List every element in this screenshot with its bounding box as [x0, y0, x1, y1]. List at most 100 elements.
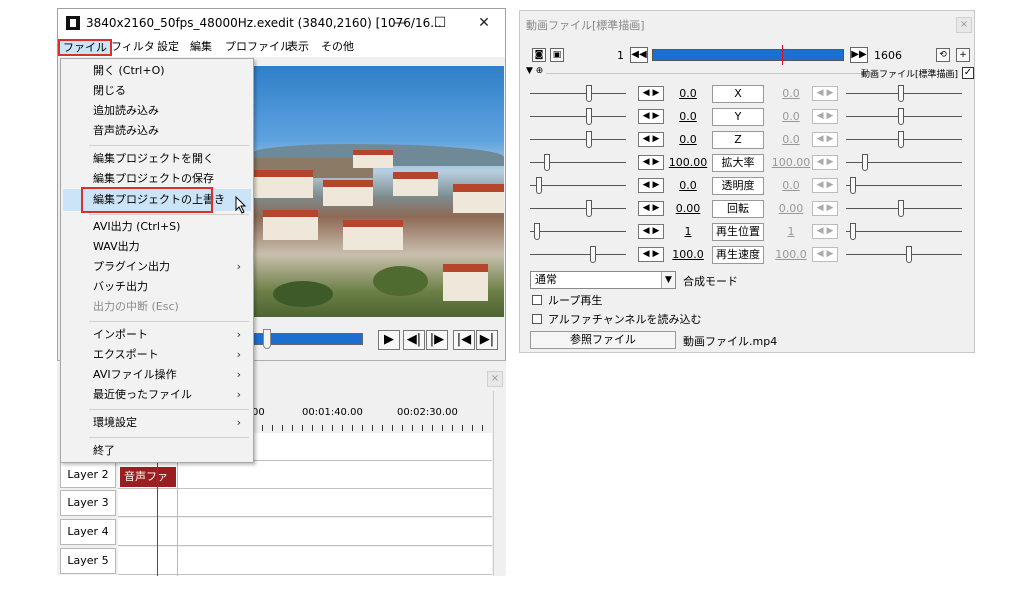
camera-icon[interactable]: ▣: [550, 48, 564, 62]
menu-file[interactable]: ファイル: [58, 39, 112, 56]
frame-next-button[interactable]: ▶▶: [850, 47, 868, 63]
menu-filter[interactable]: フィルタ: [108, 39, 158, 56]
left-arrows-button[interactable]: ◀ ▶: [638, 224, 664, 239]
left-slider-track[interactable]: [530, 116, 626, 117]
menu-close[interactable]: 閉じる: [63, 81, 251, 101]
param-start-value[interactable]: 0.0: [667, 133, 709, 146]
menu-preferences[interactable]: 環境設定 ›: [63, 413, 251, 433]
left-slider-thumb[interactable]: [536, 177, 542, 194]
left-arrows-button[interactable]: ◀ ▶: [638, 178, 664, 193]
left-slider-thumb[interactable]: [586, 131, 592, 148]
menu-avi-output[interactable]: AVI出力 (Ctrl+S): [63, 217, 251, 237]
menu-audio-load[interactable]: 音声読み込み: [63, 121, 251, 141]
left-slider-track[interactable]: [530, 208, 626, 209]
left-slider-thumb[interactable]: [590, 246, 596, 263]
left-slider-thumb[interactable]: [586, 108, 592, 125]
loop-checkbox-row[interactable]: ループ再生: [532, 294, 602, 310]
menu-view[interactable]: 表示: [284, 39, 312, 56]
next-frame-button[interactable]: |▶: [426, 330, 448, 350]
frame-prev-button[interactable]: ◀◀: [630, 47, 648, 63]
param-start-value[interactable]: 0.0: [667, 179, 709, 192]
seek-thumb[interactable]: [263, 329, 271, 349]
layer-track[interactable]: [118, 547, 492, 575]
param-start-value[interactable]: 0.0: [667, 87, 709, 100]
param-start-value[interactable]: 0.00: [667, 202, 709, 215]
param-name-button[interactable]: 拡大率: [712, 154, 764, 172]
chevron-down-icon[interactable]: ▼: [661, 272, 675, 288]
reset-icon[interactable]: ⟲: [936, 48, 950, 62]
param-name-button[interactable]: Y: [712, 108, 764, 126]
left-arrows-button[interactable]: ◀ ▶: [638, 155, 664, 170]
menu-exit[interactable]: 終了: [63, 441, 251, 461]
menu-separator: [89, 321, 249, 322]
reference-file-button[interactable]: 参照ファイル: [530, 331, 676, 349]
left-slider-track[interactable]: [530, 254, 626, 255]
menu-import[interactable]: インポート ›: [63, 325, 251, 345]
param-start-value[interactable]: 100.00: [667, 156, 709, 169]
param-start-value[interactable]: 100.0: [667, 248, 709, 261]
left-slider-track[interactable]: [530, 185, 626, 186]
close-button[interactable]: ✕: [466, 9, 502, 37]
go-start-button[interactable]: |◀: [453, 330, 475, 350]
blend-mode-select[interactable]: 通常 ▼: [530, 271, 676, 289]
minimize-button[interactable]: —: [382, 9, 418, 37]
alpha-checkbox[interactable]: [532, 314, 542, 324]
param-start-value[interactable]: 0.0: [667, 110, 709, 123]
title-bar[interactable]: 3840x2160_50fps_48000Hz.exedit (3840,216…: [58, 9, 505, 37]
param-name-button[interactable]: 再生位置: [712, 223, 764, 241]
timeline-close-button[interactable]: ×: [487, 371, 503, 387]
menu-wav-output[interactable]: WAV出力: [63, 237, 251, 257]
left-arrows-button[interactable]: ◀ ▶: [638, 201, 664, 216]
param-name-button[interactable]: Z: [712, 131, 764, 149]
menu-append[interactable]: 追加読み込み: [63, 101, 251, 121]
layer-track[interactable]: [118, 489, 492, 517]
layer-label[interactable]: Layer 2: [60, 462, 116, 488]
left-arrows-button[interactable]: ◀ ▶: [638, 247, 664, 262]
menu-plugin-output[interactable]: プラグイン出力 ›: [63, 257, 251, 277]
add-filter-icon[interactable]: +: [956, 48, 970, 62]
menu-open[interactable]: 開く (Ctrl+O): [63, 61, 251, 81]
left-arrows-button[interactable]: ◀ ▶: [638, 86, 664, 101]
menu-settings[interactable]: 設定: [154, 39, 182, 56]
left-slider-thumb[interactable]: [586, 85, 592, 102]
param-name-button[interactable]: 透明度: [712, 177, 764, 195]
layer-label[interactable]: Layer 4: [60, 519, 116, 545]
timeline-scrollbar[interactable]: [493, 391, 505, 576]
menu-open-project[interactable]: 編集プロジェクトを開く: [63, 149, 251, 169]
alpha-checkbox-row[interactable]: アルファチャンネルを読み込む: [532, 313, 702, 329]
menu-avi-file-ops[interactable]: AVIファイル操作 ›: [63, 365, 251, 385]
layer-label[interactable]: Layer 3: [60, 490, 116, 516]
object-enable-checkbox[interactable]: ✓: [962, 67, 974, 79]
menu-recent-files[interactable]: 最近使ったファイル ›: [63, 385, 251, 405]
frame-track[interactable]: [652, 49, 844, 61]
layer-label[interactable]: Layer 5: [60, 548, 116, 574]
collapse-icon[interactable]: ▼ ⊕: [526, 66, 543, 76]
menu-other[interactable]: その他: [318, 39, 357, 56]
loop-checkbox[interactable]: [532, 295, 542, 305]
play-button[interactable]: ▶: [378, 330, 400, 350]
left-slider-track[interactable]: [530, 231, 626, 232]
left-slider-track[interactable]: [530, 139, 626, 140]
dialog-close-button[interactable]: ×: [956, 17, 972, 33]
go-end-button[interactable]: ▶|: [476, 330, 498, 350]
menu-export[interactable]: エクスポート ›: [63, 345, 251, 365]
param-name-button[interactable]: 再生速度: [712, 246, 764, 264]
menu-edit[interactable]: 編集: [187, 39, 215, 56]
left-slider-thumb[interactable]: [544, 154, 550, 171]
param-name-button[interactable]: X: [712, 85, 764, 103]
param-name-button[interactable]: 回転: [712, 200, 764, 218]
split-icon[interactable]: ◙: [532, 48, 546, 62]
left-arrows-button[interactable]: ◀ ▶: [638, 109, 664, 124]
param-start-value[interactable]: 1: [667, 225, 709, 238]
left-slider-thumb[interactable]: [534, 223, 540, 240]
prev-frame-button[interactable]: ◀|: [403, 330, 425, 350]
time-ruler[interactable]: 00 00:01:40.00 00:02:30.00: [252, 401, 492, 431]
left-slider-track[interactable]: [530, 93, 626, 94]
left-slider-thumb[interactable]: [586, 200, 592, 217]
left-arrows-button[interactable]: ◀ ▶: [638, 132, 664, 147]
maximize-button[interactable]: ☐: [422, 9, 458, 37]
layer-track[interactable]: [118, 518, 492, 546]
menu-save-project[interactable]: 編集プロジェクトの保存: [63, 169, 251, 189]
menu-batch-output[interactable]: バッチ出力: [63, 277, 251, 297]
audio-clip[interactable]: 音声ファイル: [120, 467, 176, 503]
